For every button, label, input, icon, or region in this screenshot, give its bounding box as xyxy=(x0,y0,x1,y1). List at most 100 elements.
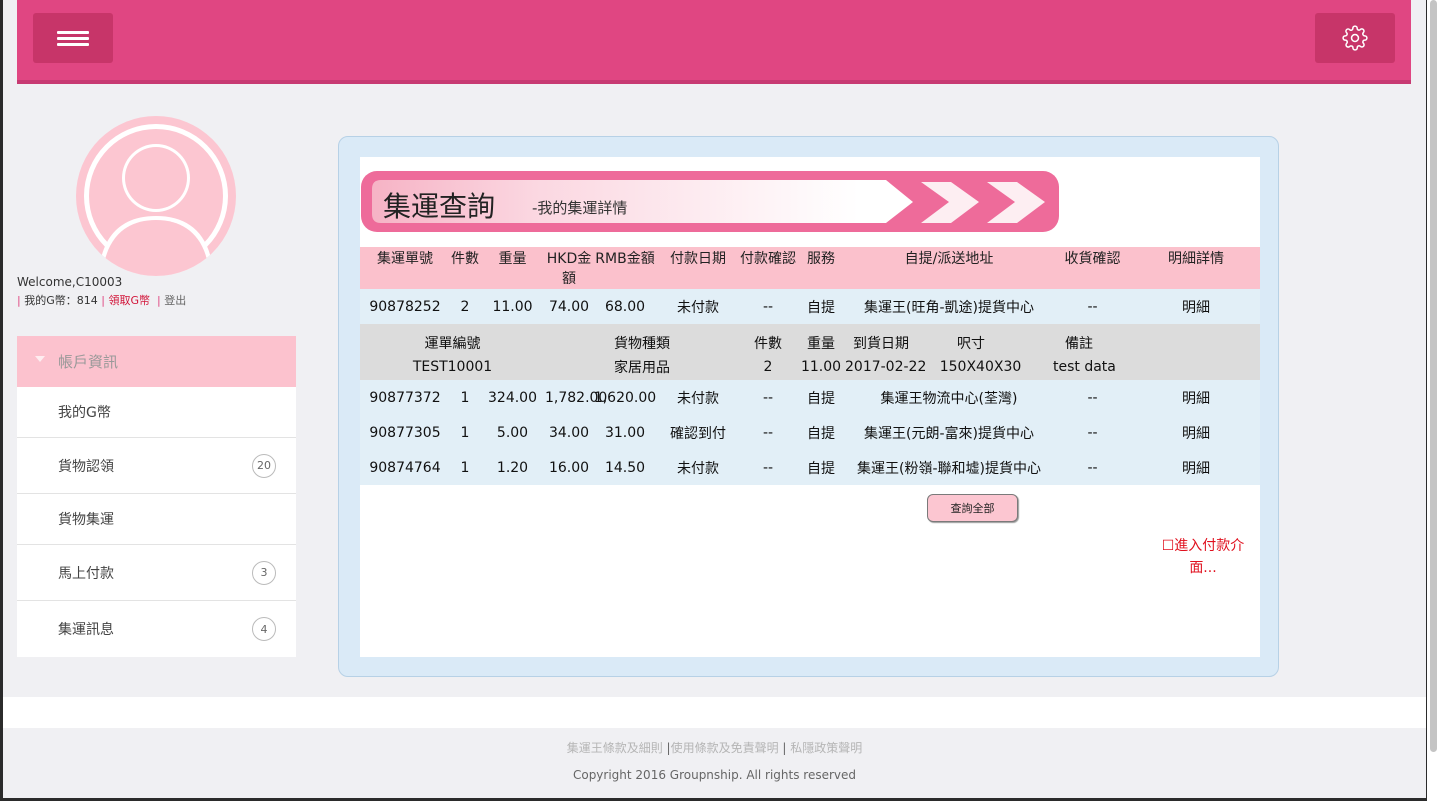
cell-receive: -- xyxy=(1053,415,1132,450)
cell-receive: -- xyxy=(1053,450,1132,485)
cell-service: 自提 xyxy=(797,289,845,324)
disclaimer-link[interactable]: 使用條款及免責聲明 xyxy=(671,741,779,755)
detail-link[interactable]: 明細 xyxy=(1132,450,1260,485)
cell-receive: -- xyxy=(1053,289,1132,324)
cell-hkd: 16.00 xyxy=(545,450,593,485)
scrollbar[interactable] xyxy=(1427,0,1440,801)
logout-link[interactable]: 登出 xyxy=(164,294,186,307)
app-root: Welcome,C10003 | 我的G幣：814 | 領取G幣 | 登出 帳戶… xyxy=(3,0,1426,798)
sub-column-header-text: 到貨日期 xyxy=(853,336,909,352)
detail-link[interactable]: 明細 xyxy=(1132,415,1260,450)
column-header: 件數 xyxy=(450,247,480,289)
cell-rmb: 68.00 xyxy=(593,289,657,324)
sub-column-header: 件數 xyxy=(739,324,797,354)
table-row: 90874764 1 1.20 16.00 14.50 未付款 -- 自提 集運… xyxy=(360,450,1260,485)
separator: | xyxy=(17,294,21,307)
order-number-link[interactable]: 90877372 xyxy=(360,380,450,415)
table-header: 集運單號 件數 重量 HKD金額 RMB金額 付款日期 付款確認 服務 自提/派… xyxy=(360,247,1260,289)
sub-cell: 2 xyxy=(739,354,797,380)
sub-column-header: 備註 xyxy=(1053,324,1260,354)
sub-column-header: 到貨日期 呎寸 xyxy=(845,324,1053,354)
sidebar-item-pay-now[interactable]: 馬上付款 3 xyxy=(17,545,296,601)
footer-strip xyxy=(3,697,1426,728)
g-coin-line: | 我的G幣：814 | 領取G幣 | 登出 xyxy=(17,292,186,308)
cell-address: 集運王(粉嶺-聯和墟)提貨中心 xyxy=(845,450,1053,485)
order-number-link[interactable]: 90877305 xyxy=(360,415,450,450)
settings-button[interactable] xyxy=(1315,13,1395,63)
query-all-button[interactable]: 查詢全部 xyxy=(927,494,1018,522)
sidebar-item-label: 貨物集運 xyxy=(58,512,114,528)
cell-weight: 1.20 xyxy=(480,450,545,485)
top-navbar xyxy=(17,0,1411,84)
cell-qty: 2 xyxy=(450,289,480,324)
detail-link[interactable]: 明細 xyxy=(1132,289,1260,324)
cell-pay-confirm: -- xyxy=(739,415,797,450)
sidebar-header-account-info[interactable]: 帳戶資訊 xyxy=(17,336,296,387)
sub-cell-text: 2017-02-22 xyxy=(845,359,927,375)
column-header: RMB金額 xyxy=(593,247,657,289)
sidebar-item-label: 馬上付款 xyxy=(58,565,114,582)
cell-hkd: 34.00 xyxy=(545,415,593,450)
cell-rmb: 31.00 xyxy=(593,415,657,450)
cell-pay-date: 未付款 xyxy=(657,450,739,485)
page-subtitle: -我的集運詳情 xyxy=(532,199,628,217)
content-panel: 集運查詢 -我的集運詳情 集運單號 件數 重量 HKD金額 RMB金額 付款日期… xyxy=(338,136,1279,677)
cell-pay-confirm: -- xyxy=(739,450,797,485)
sidebar-header-label: 帳戶資訊 xyxy=(58,353,119,371)
cell-receive: -- xyxy=(1053,380,1132,415)
count-badge: 3 xyxy=(252,560,276,585)
column-header: HKD金額 xyxy=(545,247,593,289)
cell-hkd: 1,782.00 xyxy=(545,380,607,415)
sidebar-item-label: 我的G幣 xyxy=(58,405,111,421)
count-badge: 4 xyxy=(252,617,276,641)
scrollbar-thumb[interactable] xyxy=(1430,0,1437,752)
sub-cell: 2017-02-22 150X40X30 xyxy=(845,354,1053,380)
order-number-link[interactable]: 90874764 xyxy=(360,450,450,485)
count-badge: 20 xyxy=(252,453,276,478)
claim-g-coin-link[interactable]: 領取G幣 xyxy=(108,294,150,307)
cell-qty: 1 xyxy=(450,450,480,485)
order-number-link[interactable]: 90878252 xyxy=(360,289,450,324)
footer-separator: | xyxy=(782,741,787,755)
column-header: 付款確認 xyxy=(739,247,797,289)
welcome-text: Welcome,C10003 xyxy=(17,275,123,289)
sidebar-item-cargo-claim[interactable]: 貨物認領 20 xyxy=(17,438,296,494)
sidebar-item-label: 集運訊息 xyxy=(58,622,114,638)
column-header: 明細詳情 xyxy=(1132,247,1260,289)
cell-qty: 1 xyxy=(450,380,480,415)
shipment-table: 集運單號 件數 重量 HKD金額 RMB金額 付款日期 付款確認 服務 自提/派… xyxy=(360,247,1260,485)
cell-service: 自提 xyxy=(797,380,845,415)
cell-weight: 11.00 xyxy=(480,289,545,324)
hamburger-menu-icon xyxy=(57,31,89,34)
g-coin-balance: 我的G幣：814 xyxy=(24,294,98,307)
separator: | xyxy=(101,294,105,307)
sidebar-item-label: 貨物認領 xyxy=(58,458,114,475)
cell-pay-confirm: -- xyxy=(739,380,797,415)
sidebar-menu: 帳戶資訊 我的G幣 貨物認領 20 貨物集運 馬上付款 3 集運訊息 4 xyxy=(17,336,296,657)
hamburger-menu-icon xyxy=(57,37,89,40)
cell-pay-date: 未付款 xyxy=(657,289,739,324)
cell-weight: 324.00 xyxy=(480,380,545,415)
column-header: 付款日期 xyxy=(657,247,739,289)
sidebar-item-consolidation[interactable]: 貨物集運 xyxy=(17,494,296,545)
detail-link[interactable]: 明細 xyxy=(1132,380,1260,415)
column-header: 服務 xyxy=(797,247,845,289)
terms-link[interactable]: 集運王條款及細則 xyxy=(567,741,663,755)
sidebar-item-messages[interactable]: 集運訊息 4 xyxy=(17,601,296,657)
privacy-link[interactable]: 私隱政策聲明 xyxy=(790,741,862,755)
payment-link[interactable]: ☐進入付款介面... xyxy=(1153,535,1253,579)
content-inner: 集運查詢 -我的集運詳情 集運單號 件數 重量 HKD金額 RMB金額 付款日期… xyxy=(360,157,1260,657)
cell-pay-confirm: -- xyxy=(739,289,797,324)
sub-cell: test data xyxy=(1053,354,1260,380)
table-row: 90878252 2 11.00 74.00 68.00 未付款 -- 自提 集… xyxy=(360,289,1260,324)
sub-cell: 11.00 xyxy=(797,354,845,380)
menu-button[interactable] xyxy=(33,13,113,63)
sidebar-item-my-g-coin[interactable]: 我的G幣 xyxy=(17,387,296,438)
sub-column-header: 重量 xyxy=(797,324,845,354)
avatar xyxy=(76,116,236,276)
sub-cell-text: 150X40X30 xyxy=(939,359,1022,375)
cell-address: 集運王(元朗-富來)提貨中心 xyxy=(845,415,1053,450)
copyright-text: Copyright 2016 Groupnship. All rights re… xyxy=(572,768,857,782)
sub-column-header: 貨物種類 xyxy=(545,324,739,354)
sub-table-row: TEST10001 家居用品 2 11.00 2017-02-22 150X40… xyxy=(360,354,1260,380)
